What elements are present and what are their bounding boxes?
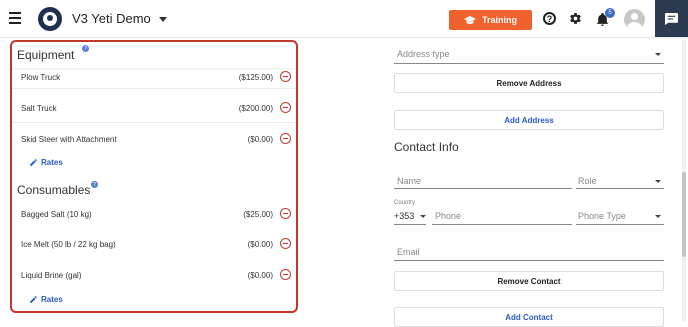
remove-circle-icon[interactable] <box>280 102 291 113</box>
consumable-name: Bagged Salt (10 kg) <box>21 210 92 219</box>
divider <box>12 68 296 69</box>
field-underline <box>394 260 664 261</box>
consumables-title: Consumables <box>17 183 91 197</box>
field-underline <box>576 188 664 189</box>
consumables-rates-link[interactable]: Rates <box>29 295 63 304</box>
field-underline <box>394 63 664 64</box>
graduation-cap-icon <box>463 16 476 24</box>
address-type-select[interactable]: Address type <box>397 49 450 59</box>
chevron-down-icon <box>420 215 426 218</box>
divider <box>12 88 296 89</box>
gear-icon[interactable] <box>569 12 582 30</box>
remove-circle-icon[interactable] <box>280 269 291 280</box>
remove-circle-icon[interactable] <box>280 238 291 249</box>
equipment-price: ($200.00) <box>238 104 273 113</box>
notification-badge: 5 <box>605 8 615 18</box>
consumable-name: Ice Melt (50 lb / 22 kg bag) <box>21 240 116 249</box>
training-label: Training <box>481 15 517 25</box>
consumable-price: ($0.00) <box>247 240 273 249</box>
account-switcher[interactable]: V3 Yeti Demo <box>72 11 167 26</box>
scrollbar-thumb[interactable] <box>682 172 686 257</box>
field-underline <box>394 188 572 189</box>
chat-icon <box>665 12 678 25</box>
menu-icon[interactable] <box>9 12 21 24</box>
remove-circle-icon[interactable] <box>280 208 291 219</box>
equipment-title: Equipment <box>17 48 75 62</box>
email-input[interactable]: Email <box>397 247 420 257</box>
add-contact-button[interactable]: Add Contact <box>394 307 664 327</box>
phone-input[interactable]: Phone <box>435 211 461 221</box>
consumable-row: Bagged Salt (10 kg) ($25.00) <box>21 207 293 223</box>
remove-circle-icon[interactable] <box>280 71 291 82</box>
remove-circle-icon[interactable] <box>280 133 291 144</box>
phone-type-select[interactable]: Phone Type <box>578 211 626 221</box>
contact-info-title: Contact Info <box>394 140 459 154</box>
chevron-down-icon <box>655 215 661 218</box>
equipment-price: ($125.00) <box>238 73 273 82</box>
remove-contact-button[interactable]: Remove Contact <box>394 271 664 291</box>
equipment-price: ($0.00) <box>247 135 273 144</box>
pencil-icon <box>30 296 37 303</box>
country-code-select[interactable]: +353 <box>394 211 414 221</box>
rates-label: Rates <box>41 158 63 167</box>
equipment-name: Skid Steer with Attachment <box>21 135 117 144</box>
consumable-row: Liquid Brine (gal) ($0.00) <box>21 268 293 284</box>
rates-label: Rates <box>41 295 63 304</box>
equipment-name: Plow Truck <box>21 73 61 82</box>
field-underline <box>394 224 426 225</box>
consumable-row: Ice Melt (50 lb / 22 kg bag) ($0.00) <box>21 237 293 253</box>
chevron-down-icon <box>655 53 661 56</box>
consumable-name: Liquid Brine (gal) <box>21 271 82 280</box>
avatar[interactable] <box>624 9 645 30</box>
equipment-row: Plow Truck ($125.00) <box>21 70 293 86</box>
training-button[interactable]: Training <box>449 10 532 30</box>
equipment-name: Salt Truck <box>21 104 57 113</box>
consumables-info-icon[interactable]: ? <box>91 181 98 188</box>
divider <box>12 122 296 123</box>
pencil-icon <box>30 159 37 166</box>
name-input[interactable]: Name <box>397 176 421 186</box>
add-address-button[interactable]: Add Address <box>394 110 664 130</box>
consumable-price: ($25.00) <box>243 210 273 219</box>
equipment-row: Salt Truck ($200.00) <box>21 101 293 117</box>
equipment-rates-link[interactable]: Rates <box>29 158 63 167</box>
chat-button[interactable] <box>655 0 688 37</box>
remove-address-button[interactable]: Remove Address <box>394 73 664 93</box>
field-underline <box>432 224 572 225</box>
chevron-down-icon <box>158 17 167 22</box>
country-label: Country <box>394 200 416 206</box>
equipment-info-icon[interactable]: ? <box>82 45 89 52</box>
company-logo[interactable] <box>38 7 62 31</box>
equipment-row: Skid Steer with Attachment ($0.00) <box>21 132 293 148</box>
field-underline <box>576 224 664 225</box>
equipment-consumables-panel: Equipment ? Plow Truck ($125.00) Salt Tr… <box>10 40 298 313</box>
help-icon[interactable]: ? <box>543 12 556 25</box>
top-bar: V3 Yeti Demo Training ? 5 <box>0 0 688 38</box>
consumable-price: ($0.00) <box>247 271 273 280</box>
chevron-down-icon <box>655 180 661 183</box>
app-title: V3 Yeti Demo <box>72 11 151 26</box>
role-select[interactable]: Role <box>578 176 597 186</box>
